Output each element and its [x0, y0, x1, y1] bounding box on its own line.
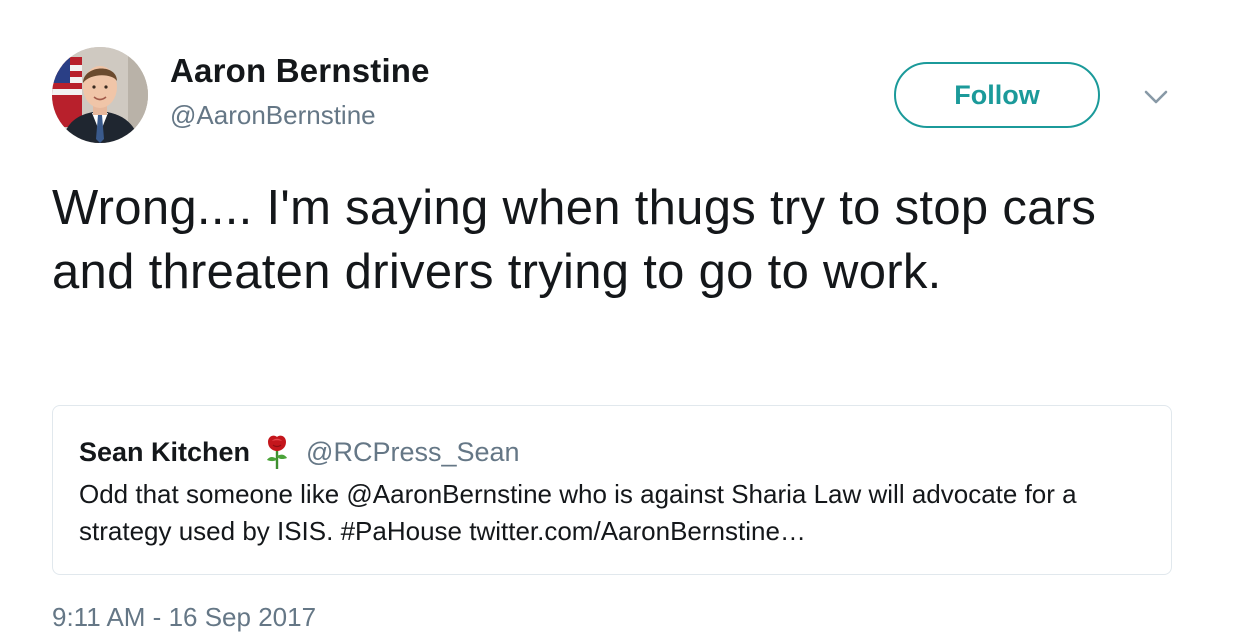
tweet-card: Aaron Bernstine @AaronBernstine Follow W… — [0, 0, 1238, 638]
avatar[interactable] — [52, 47, 148, 143]
quoted-tweet-header: Sean Kitchen @RCPress_Sean — [79, 434, 520, 470]
user-handle[interactable]: @AaronBernstine — [170, 100, 376, 131]
quoted-user-name: Sean Kitchen — [79, 436, 251, 467]
chevron-down-icon[interactable] — [1141, 86, 1171, 108]
user-name[interactable]: Aaron Bernstine — [170, 52, 430, 90]
quoted-user-handle: @RCPress_Sean — [306, 436, 520, 467]
rose-icon — [264, 434, 290, 470]
quoted-tweet[interactable]: Sean Kitchen @RCPress_Sean Odd that some… — [52, 405, 1172, 575]
follow-button[interactable]: Follow — [894, 62, 1100, 128]
profile-photo-image — [52, 47, 148, 143]
tweet-text: Wrong.... I'm saying when thugs try to s… — [52, 181, 1097, 299]
tweet-timestamp[interactable]: 9:11 AM - 16 Sep 2017 — [52, 602, 316, 633]
quoted-tweet-text: Odd that someone like @AaronBernstine wh… — [79, 479, 1077, 546]
